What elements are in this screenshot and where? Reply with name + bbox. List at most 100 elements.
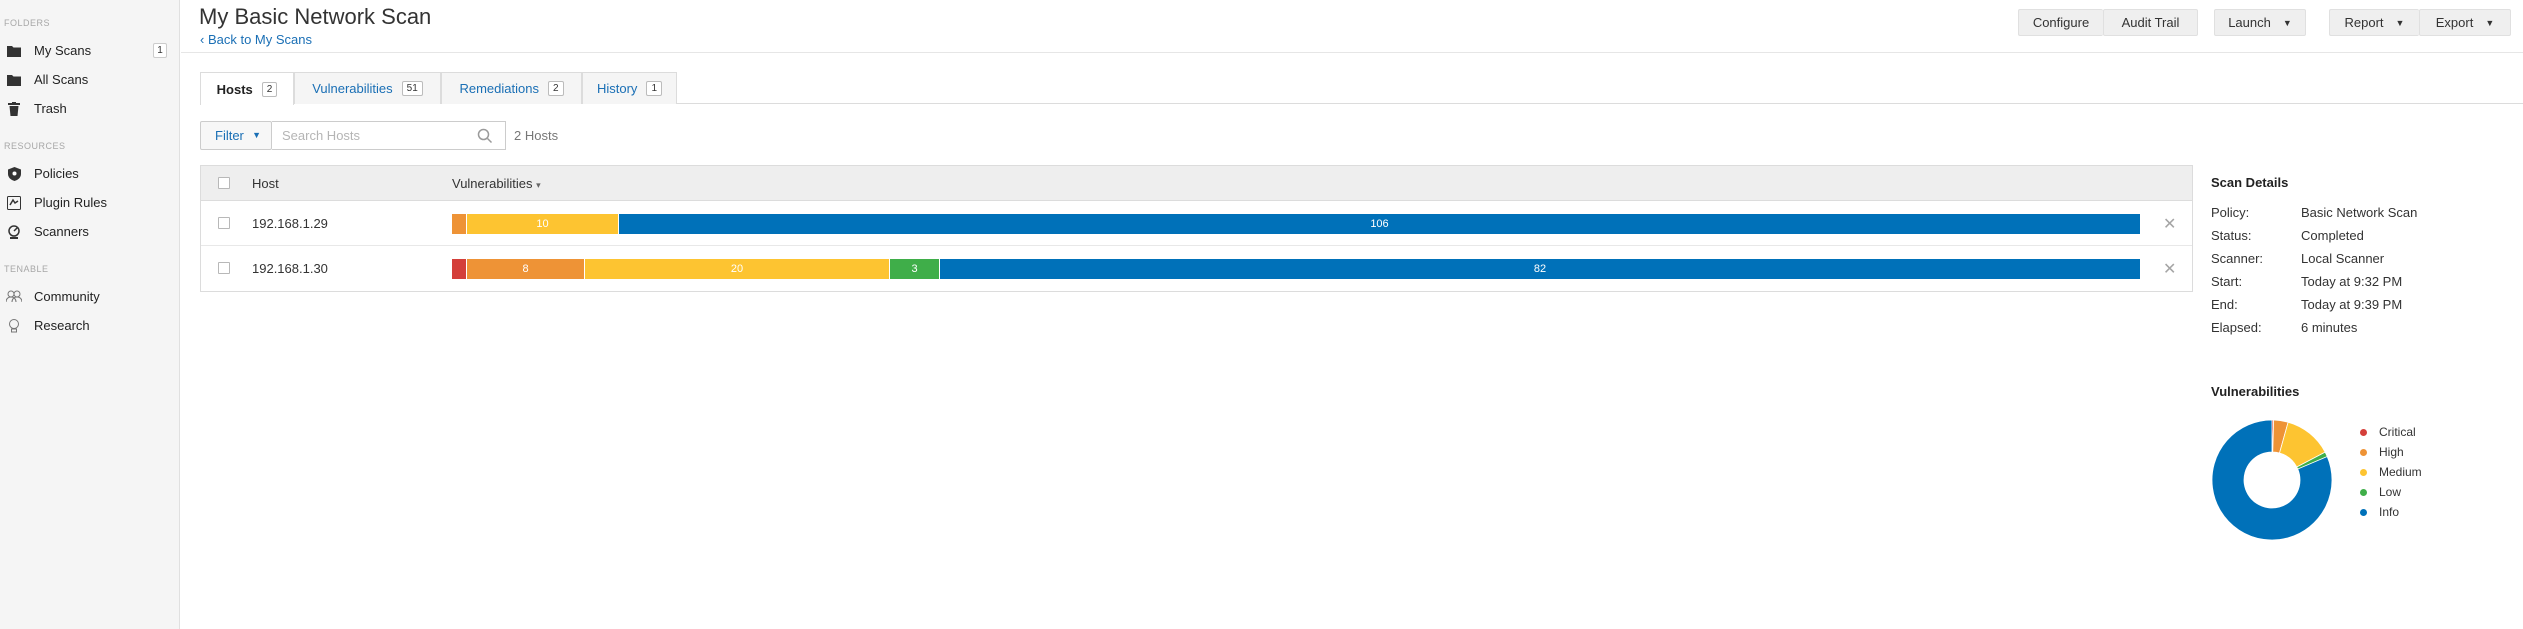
detail-value: Local Scanner xyxy=(2301,251,2385,266)
detail-row: End: Today at 9:39 PM xyxy=(2211,297,2417,320)
vulnerability-bar[interactable]: 10 106 xyxy=(452,214,2140,234)
tab-count-badge: 2 xyxy=(547,81,564,96)
detail-key: Start: xyxy=(2211,274,2243,289)
legend-label: Info xyxy=(2379,505,2400,519)
launch-button-label: Launch xyxy=(2228,15,2271,30)
sidebar-item-my-scans[interactable]: My Scans 1 xyxy=(0,36,179,65)
sidebar-item-policies[interactable]: Policies xyxy=(0,159,179,188)
audit-trail-button[interactable]: Audit Trail xyxy=(2103,9,2198,36)
sidebar-section-resources: RESOURCES xyxy=(4,141,66,151)
report-button-label: Report xyxy=(2344,15,2384,30)
legend-dot xyxy=(2360,428,2367,436)
search-hosts-input[interactable] xyxy=(272,121,506,150)
export-button[interactable]: Export ▼ xyxy=(2419,9,2511,36)
sidebar-item-label: Trash xyxy=(34,101,67,116)
legend-item-low: Low xyxy=(2360,482,2422,502)
trash-icon xyxy=(6,101,22,117)
sidebar-item-label: Community xyxy=(34,289,100,304)
detail-key: Scanner: xyxy=(2211,251,2264,266)
tab-count-badge: 51 xyxy=(401,81,423,96)
sidebar: FOLDERS My Scans 1 All Scans Trash RESOU… xyxy=(0,0,180,629)
row-checkbox[interactable] xyxy=(218,217,230,229)
scan-details-panel: Scan Details Policy: Basic Network Scan S… xyxy=(2211,175,2417,343)
legend-dot xyxy=(2360,508,2367,516)
legend-dot xyxy=(2360,448,2367,456)
chart-legend: Critical High Medium Low Info xyxy=(2360,422,2422,522)
back-link[interactable]: ‹ Back to My Scans xyxy=(200,32,312,47)
caret-down-icon: ▼ xyxy=(252,130,261,140)
detail-value: Today at 9:32 PM xyxy=(2301,274,2403,289)
info-segment[interactable]: 106 xyxy=(619,214,2140,234)
legend-item-info: Info xyxy=(2360,502,2422,522)
select-all-checkbox[interactable] xyxy=(218,177,230,189)
column-header-vulnerabilities[interactable]: Vulnerabilities ▾ xyxy=(452,176,541,191)
column-header-host[interactable]: Host xyxy=(252,176,279,191)
legend-dot xyxy=(2360,488,2367,496)
vulnerabilities-chart-title: Vulnerabilities xyxy=(2211,384,2300,399)
tab-history[interactable]: History 1 xyxy=(582,72,677,104)
sidebar-item-label: Plugin Rules xyxy=(34,195,107,210)
tab-label: Vulnerabilities xyxy=(312,81,393,96)
sidebar-item-community[interactable]: Community xyxy=(0,282,179,311)
column-header-label: Vulnerabilities xyxy=(452,176,533,191)
tab-label: History xyxy=(596,81,638,96)
legend-label: Low xyxy=(2379,485,2402,499)
medium-segment[interactable]: 10 xyxy=(467,214,619,234)
table-row[interactable]: 192.168.1.30 8 20 3 82 ✕ xyxy=(201,246,2192,291)
chevron-left-icon: ‹ xyxy=(200,32,205,47)
info-segment[interactable]: 82 xyxy=(940,259,2140,279)
detail-row: Policy: Basic Network Scan xyxy=(2211,205,2417,228)
detail-key: Elapsed: xyxy=(2211,320,2262,335)
legend-label: Medium xyxy=(2379,465,2422,479)
detail-value: Completed xyxy=(2301,228,2364,243)
remove-host-icon[interactable]: ✕ xyxy=(2163,259,2176,279)
legend-label: Critical xyxy=(2379,425,2416,439)
plugin-icon xyxy=(6,195,22,211)
detail-row: Elapsed: 6 minutes xyxy=(2211,320,2417,343)
remove-host-icon[interactable]: ✕ xyxy=(2163,214,2176,234)
caret-down-icon: ▼ xyxy=(2485,18,2495,28)
host-ip[interactable]: 192.168.1.30 xyxy=(252,261,328,276)
sidebar-item-scanners[interactable]: Scanners xyxy=(0,217,179,246)
detail-row: Start: Today at 9:32 PM xyxy=(2211,274,2417,297)
folder-icon xyxy=(6,72,22,88)
sidebar-item-plugin-rules[interactable]: Plugin Rules xyxy=(0,188,179,217)
detail-value: 6 minutes xyxy=(2301,320,2358,335)
caret-down-icon: ▼ xyxy=(2395,18,2405,28)
critical-segment[interactable] xyxy=(452,259,467,279)
tab-hosts[interactable]: Hosts 2 xyxy=(200,72,294,105)
low-segment[interactable]: 3 xyxy=(890,259,940,279)
scan-details-title: Scan Details xyxy=(2211,175,2289,190)
table-header: Host Vulnerabilities ▾ xyxy=(201,166,2192,201)
row-checkbox[interactable] xyxy=(218,262,230,274)
legend-item-critical: Critical xyxy=(2360,422,2422,442)
community-icon xyxy=(6,289,22,305)
sidebar-item-label: All Scans xyxy=(34,72,89,87)
host-ip[interactable]: 192.168.1.29 xyxy=(252,216,328,231)
launch-button[interactable]: Launch ▼ xyxy=(2214,9,2306,36)
vulnerabilities-donut-chart[interactable] xyxy=(2210,418,2334,542)
detail-key: End: xyxy=(2211,297,2238,312)
vulnerability-bar[interactable]: 8 20 3 82 xyxy=(452,259,2140,279)
report-button[interactable]: Report ▼ xyxy=(2329,9,2419,36)
tab-count-badge: 2 xyxy=(261,81,278,97)
filter-button[interactable]: Filter ▼ xyxy=(200,121,272,150)
detail-key: Policy: xyxy=(2211,205,2250,220)
table-row[interactable]: 192.168.1.29 10 106 ✕ xyxy=(201,201,2192,246)
search-icon[interactable] xyxy=(477,128,493,144)
sidebar-item-research[interactable]: Research xyxy=(0,311,179,340)
high-segment[interactable] xyxy=(452,214,467,234)
tab-remediations[interactable]: Remediations 2 xyxy=(441,72,582,104)
back-link-label: Back to My Scans xyxy=(207,32,313,47)
sidebar-item-trash[interactable]: Trash xyxy=(0,94,179,123)
detail-value: Basic Network Scan xyxy=(2301,205,2418,220)
configure-button[interactable]: Configure xyxy=(2018,9,2103,36)
sidebar-item-label: My Scans xyxy=(34,43,92,58)
page-title: My Basic Network Scan xyxy=(199,4,432,29)
detail-row: Scanner: Local Scanner xyxy=(2211,251,2417,274)
tab-vulnerabilities[interactable]: Vulnerabilities 51 xyxy=(294,72,441,104)
caret-down-icon: ▼ xyxy=(2282,18,2292,28)
high-segment[interactable]: 8 xyxy=(467,259,585,279)
sidebar-item-all-scans[interactable]: All Scans xyxy=(0,65,179,94)
medium-segment[interactable]: 20 xyxy=(585,259,890,279)
